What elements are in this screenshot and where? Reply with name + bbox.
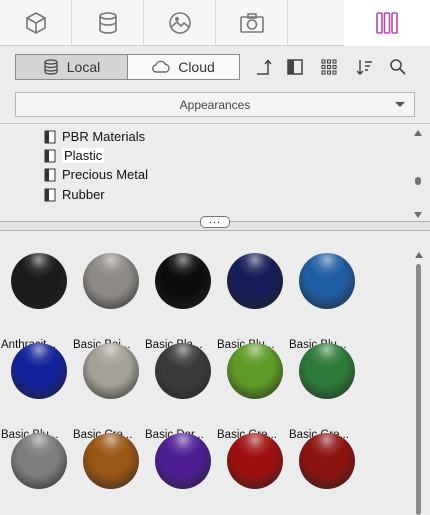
material-item[interactable]: Basic Pur... bbox=[145, 433, 217, 515]
tab-render[interactable] bbox=[216, 0, 288, 46]
material-item[interactable]: Basic Blu... bbox=[289, 253, 361, 351]
splitter-handle[interactable]: ... bbox=[200, 215, 230, 228]
material-swatch[interactable] bbox=[83, 433, 139, 489]
book-icon bbox=[44, 188, 56, 201]
tree-item-label: Precious Metal bbox=[62, 167, 148, 182]
library-toolbar: Local Cloud bbox=[0, 46, 430, 88]
category-dropdown[interactable]: Appearances bbox=[15, 92, 415, 117]
material-item[interactable]: Basic Blu... bbox=[217, 253, 289, 351]
material-swatch[interactable] bbox=[227, 253, 283, 309]
material-item[interactable]: Basic Ora... bbox=[73, 433, 145, 515]
material-item[interactable]: Basic Gre... bbox=[217, 343, 289, 441]
panel-button[interactable] bbox=[284, 56, 306, 78]
panel-splitter[interactable]: ... bbox=[0, 215, 430, 231]
material-swatch[interactable] bbox=[299, 253, 355, 309]
tree-item-label: PBR Materials bbox=[62, 129, 146, 144]
grid-view-button[interactable] bbox=[318, 56, 340, 78]
scroll-thumb[interactable] bbox=[415, 177, 421, 185]
cloud-icon bbox=[152, 60, 170, 73]
chevron-down-icon bbox=[395, 102, 405, 107]
sort-icon bbox=[356, 60, 372, 75]
grid-view-icon bbox=[321, 59, 337, 75]
book-icon bbox=[44, 168, 56, 181]
material-grid: Anthracit...Basic Bei...Basic Bla...Basi… bbox=[0, 231, 412, 515]
search-icon bbox=[390, 59, 406, 75]
camera-icon bbox=[239, 13, 264, 33]
material-swatch[interactable] bbox=[227, 433, 283, 489]
panel-tab-bar bbox=[0, 0, 430, 46]
material-swatch[interactable] bbox=[11, 343, 67, 399]
material-swatch[interactable] bbox=[155, 343, 211, 399]
material-swatch[interactable] bbox=[227, 343, 283, 399]
material-swatch[interactable] bbox=[155, 253, 211, 309]
tree-item-precious-metal[interactable]: Precious Metal bbox=[44, 165, 148, 184]
folder-tree: PBR Materials Plastic Precious Metal Rub… bbox=[0, 123, 430, 222]
scroll-up-icon[interactable] bbox=[414, 130, 422, 136]
tree-item-pbr-materials[interactable]: PBR Materials bbox=[44, 127, 145, 146]
tree-item-label: Plastic bbox=[62, 148, 105, 163]
tree-scrollbar[interactable] bbox=[414, 128, 422, 220]
category-dropdown-value: Appearances bbox=[179, 97, 251, 112]
tree-item-label: Rubber bbox=[62, 187, 105, 202]
scroll-up-icon[interactable] bbox=[415, 252, 423, 258]
tab-environments[interactable] bbox=[144, 0, 216, 46]
scroll-thumb[interactable] bbox=[416, 264, 421, 515]
material-item[interactable]: Basic Re... bbox=[217, 433, 289, 515]
material-swatch[interactable] bbox=[11, 433, 67, 489]
tab-geometry[interactable] bbox=[0, 0, 72, 46]
material-item[interactable]: Basic Gre... bbox=[289, 343, 361, 441]
material-item[interactable]: Basic Dar... bbox=[145, 343, 217, 441]
book-icon bbox=[44, 130, 56, 143]
library-icon bbox=[376, 11, 398, 34]
material-item[interactable]: Basic Cre... bbox=[73, 343, 145, 441]
collapse-button[interactable] bbox=[252, 56, 274, 78]
source-toggle: Local Cloud bbox=[15, 54, 240, 80]
scroll-down-icon[interactable] bbox=[414, 212, 422, 218]
grid-scrollbar[interactable] bbox=[414, 252, 424, 515]
material-swatch[interactable] bbox=[299, 433, 355, 489]
material-item[interactable]: Basic Bei... bbox=[73, 253, 145, 351]
local-label: Local bbox=[66, 59, 101, 75]
material-item[interactable]: Basic Re... bbox=[289, 433, 361, 515]
tab-library[interactable] bbox=[344, 0, 430, 46]
search-button[interactable] bbox=[387, 56, 409, 78]
material-swatch[interactable] bbox=[299, 343, 355, 399]
local-button[interactable]: Local bbox=[16, 55, 128, 79]
cube-icon bbox=[25, 12, 46, 34]
material-item[interactable]: Basic Blu... bbox=[1, 343, 73, 441]
sort-button[interactable] bbox=[353, 56, 375, 78]
material-item[interactable]: Anthracit... bbox=[1, 253, 73, 351]
material-item[interactable]: Basic Bla... bbox=[145, 253, 217, 351]
tree-item-plastic[interactable]: Plastic bbox=[44, 146, 105, 165]
database-icon bbox=[44, 59, 58, 75]
tab-models[interactable] bbox=[72, 0, 144, 46]
cloud-label: Cloud bbox=[178, 59, 215, 75]
tree-item-rubber[interactable]: Rubber bbox=[44, 185, 105, 204]
material-item[interactable]: Basic Lig... bbox=[1, 433, 73, 515]
collapse-icon bbox=[257, 59, 272, 75]
cylinder-icon bbox=[98, 12, 117, 34]
panel-icon bbox=[287, 59, 303, 75]
image-icon bbox=[168, 12, 191, 34]
material-swatch[interactable] bbox=[11, 253, 67, 309]
book-icon bbox=[44, 149, 56, 162]
cloud-button[interactable]: Cloud bbox=[128, 55, 239, 79]
material-swatch[interactable] bbox=[155, 433, 211, 489]
material-swatch[interactable] bbox=[83, 253, 139, 309]
material-swatch[interactable] bbox=[83, 343, 139, 399]
